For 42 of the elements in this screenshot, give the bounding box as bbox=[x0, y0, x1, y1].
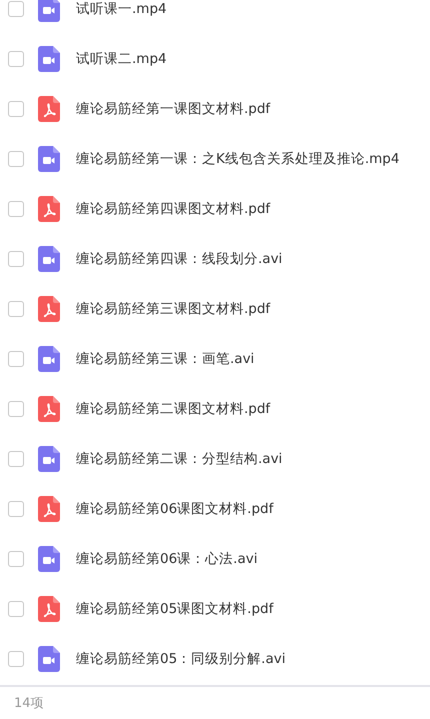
checkbox[interactable] bbox=[8, 451, 24, 467]
file-name[interactable]: 缠论易筋经第二课：分型结构.avi bbox=[76, 450, 282, 468]
checkbox[interactable] bbox=[8, 151, 24, 167]
checkbox[interactable] bbox=[8, 101, 24, 117]
file-name[interactable]: 试听课二.mp4 bbox=[76, 50, 167, 68]
checkbox[interactable] bbox=[8, 301, 24, 317]
file-name[interactable]: 缠论易筋经第四课：线段划分.avi bbox=[76, 250, 282, 268]
pdf-file-icon bbox=[38, 296, 60, 322]
video-file-icon bbox=[38, 646, 60, 672]
file-name[interactable]: 缠论易筋经第三课：画笔.avi bbox=[76, 350, 254, 368]
file-name[interactable]: 缠论易筋经第05：同级别分解.avi bbox=[76, 650, 286, 668]
file-name[interactable]: 缠论易筋经第四课图文材料.pdf bbox=[76, 200, 270, 218]
video-file-icon bbox=[38, 46, 60, 72]
checkbox[interactable] bbox=[8, 51, 24, 67]
checkbox[interactable] bbox=[8, 401, 24, 417]
checkbox[interactable] bbox=[8, 201, 24, 217]
checkbox[interactable] bbox=[8, 601, 24, 617]
video-file-icon bbox=[38, 346, 60, 372]
pdf-file-icon bbox=[38, 496, 60, 522]
checkbox[interactable] bbox=[8, 251, 24, 267]
item-count: 14项 bbox=[14, 695, 44, 712]
video-file-icon bbox=[38, 246, 60, 272]
checkbox[interactable] bbox=[8, 551, 24, 567]
checkbox[interactable] bbox=[8, 651, 24, 667]
pdf-file-icon bbox=[38, 196, 60, 222]
checkbox[interactable] bbox=[8, 501, 24, 517]
pdf-file-icon bbox=[38, 596, 60, 622]
video-file-icon bbox=[38, 546, 60, 572]
file-name[interactable]: 缠论易筋经第一课图文材料.pdf bbox=[76, 100, 270, 118]
file-name[interactable]: 试听课一.mp4 bbox=[76, 0, 167, 18]
checkbox[interactable] bbox=[8, 1, 24, 17]
video-file-icon bbox=[38, 146, 60, 172]
pdf-file-icon bbox=[38, 96, 60, 122]
video-file-icon bbox=[38, 446, 60, 472]
file-name[interactable]: 缠论易筋经第06课图文材料.pdf bbox=[76, 500, 274, 518]
file-name[interactable]: 缠论易筋经第05课图文材料.pdf bbox=[76, 600, 274, 618]
file-name[interactable]: 缠论易筋经第一课：之K线包含关系处理及推论.mp4 bbox=[76, 150, 400, 168]
file-name[interactable]: 缠论易筋经第三课图文材料.pdf bbox=[76, 300, 270, 318]
pdf-file-icon bbox=[38, 396, 60, 422]
file-name[interactable]: 缠论易筋经第二课图文材料.pdf bbox=[76, 400, 270, 418]
checkbox[interactable] bbox=[8, 351, 24, 367]
file-name[interactable]: 缠论易筋经第06课：心法.avi bbox=[76, 550, 258, 568]
